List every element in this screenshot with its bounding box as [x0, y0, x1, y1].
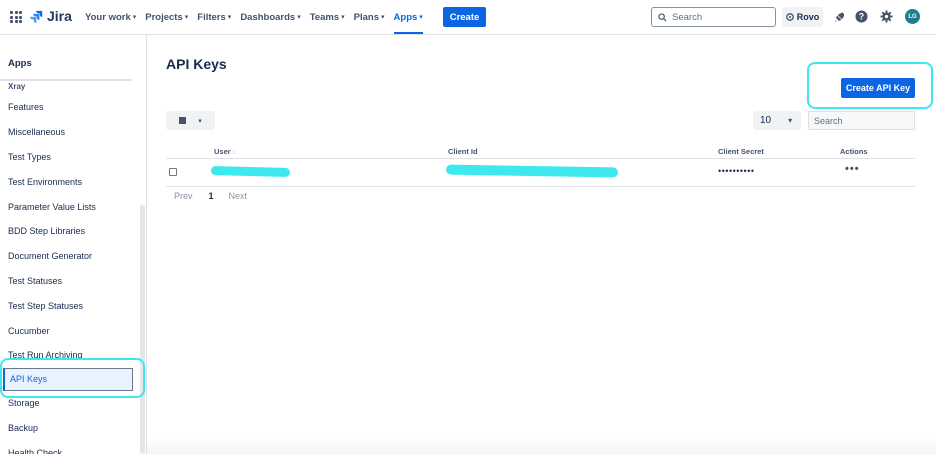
column-selector-dropdown[interactable]: ▾	[166, 111, 215, 130]
rovo-label: Rovo	[796, 12, 820, 22]
nav-label: Dashboards	[240, 11, 296, 23]
chevron-down-icon: ▾	[198, 117, 202, 125]
sidebar-item-parameter-value-lists[interactable]: Parameter Value Lists	[0, 194, 135, 219]
search-icon	[658, 12, 667, 22]
columns-icon	[179, 117, 187, 124]
sidebar-item-test-types[interactable]: Test Types	[0, 145, 135, 170]
jira-logo[interactable]: Jira	[30, 8, 72, 24]
nav-teams[interactable]: Teams ▾	[310, 0, 345, 34]
chevron-down-icon: ▾	[184, 14, 189, 21]
search-placeholder: Search	[672, 11, 703, 23]
sidebar-item-cucumber[interactable]: Cucumber	[0, 318, 135, 343]
sidebar-item-document-generator[interactable]: Document Generator	[0, 244, 135, 269]
sidebar-scrollbar[interactable]	[140, 205, 145, 454]
sidebar-item-miscellaneous[interactable]: Miscellaneous	[0, 120, 135, 145]
user-avatar[interactable]: LG	[905, 9, 920, 24]
redacted-user	[210, 165, 291, 178]
nav-projects[interactable]: Projects ▾	[145, 0, 188, 34]
sort-icon: ↕	[230, 150, 236, 156]
nav-menu: Your work ▾ Projects ▾ Filters ▾ Dashboards…	[85, 0, 432, 34]
sidebar-item-test-statuses[interactable]: Test Statuses	[0, 269, 135, 294]
sidebar-divider	[0, 79, 132, 81]
sidebar-list: Features Miscellaneous Test Types Test E…	[0, 95, 135, 454]
global-search-input[interactable]: Search	[651, 7, 776, 27]
chevron-down-icon: ▾	[297, 14, 301, 21]
chevron-down-icon: ▾	[341, 14, 345, 21]
nav-plans[interactable]: Plans ▾	[354, 0, 385, 34]
nav-filters[interactable]: Filters ▾	[197, 0, 231, 34]
column-header-client-id: Client Id	[448, 147, 478, 156]
top-navigation: Jira Your work ▾ Projects ▾ Filters ▾ Dashb…	[0, 0, 936, 35]
pagination-prev[interactable]: Prev	[174, 191, 193, 201]
rovo-icon	[785, 13, 794, 21]
nav-label: Filters	[197, 11, 226, 23]
sidebar-item-test-environments[interactable]: Test Environments	[0, 169, 135, 194]
nav-label: Projects	[145, 11, 183, 23]
nav-dashboards[interactable]: Dashboards ▾	[240, 0, 300, 34]
create-button[interactable]: Create	[443, 7, 486, 27]
page-title: API Keys	[166, 56, 227, 72]
pagination-page[interactable]: 1	[209, 191, 214, 201]
nav-your-work[interactable]: Your work ▾	[85, 0, 136, 34]
column-header-label: User	[214, 147, 231, 156]
chevron-down-icon: ▾	[788, 116, 793, 125]
nav-label: Your work	[85, 11, 131, 23]
settings-gear-icon[interactable]	[879, 9, 894, 24]
column-header-actions: Actions	[840, 147, 868, 156]
nav-label: Plans	[353, 11, 380, 23]
column-header-client-secret: Client Secret	[718, 147, 764, 156]
nav-label: Teams	[309, 11, 340, 23]
client-secret-value: ••••••••••	[718, 166, 755, 176]
app-switcher-icon[interactable]	[10, 11, 22, 23]
notifications-icon[interactable]	[832, 9, 847, 24]
highlight-annotation	[0, 358, 145, 398]
row-actions-menu[interactable]: •••	[845, 163, 860, 175]
rovo-button[interactable]: Rovo	[782, 7, 823, 27]
sidebar-item-backup[interactable]: Backup	[0, 416, 135, 441]
sidebar-item-health-check[interactable]: Health Check	[0, 440, 135, 454]
page-size-select[interactable]: 10 ▾	[753, 111, 801, 130]
brand-name: Jira	[47, 8, 72, 24]
sidebar-item-features[interactable]: Features	[0, 95, 135, 120]
sidebar-section-xray: Xray	[8, 82, 26, 91]
chevron-down-icon: ▾	[132, 14, 137, 21]
chevron-down-icon: ▾	[227, 14, 232, 21]
create-api-key-button[interactable]: Create API Key	[841, 78, 915, 98]
nav-apps[interactable]: Apps ▾	[393, 0, 424, 34]
chevron-down-icon: ▾	[419, 14, 423, 21]
jira-logo-icon	[30, 10, 43, 23]
sidebar-item-test-step-statuses[interactable]: Test Step Statuses	[0, 293, 135, 318]
chevron-down-icon: ▾	[381, 14, 385, 21]
bottom-shade	[147, 436, 936, 454]
nav-label: Apps	[393, 11, 418, 23]
row-checkbox[interactable]	[169, 168, 177, 176]
redacted-client-id	[445, 164, 619, 178]
table-search-input[interactable]	[808, 111, 915, 130]
pagination: Prev 1 Next	[174, 191, 247, 201]
sidebar-title: Apps	[8, 58, 32, 69]
column-header-user[interactable]: User ↕	[214, 147, 235, 156]
sidebar-item-bdd-step-libraries[interactable]: BDD Step Libraries	[0, 219, 135, 244]
pagination-next[interactable]: Next	[229, 191, 248, 201]
table-header-divider	[166, 158, 915, 159]
svg-text:?: ?	[859, 11, 864, 21]
page-size-value: 10	[760, 115, 772, 126]
help-icon[interactable]: ?	[854, 9, 869, 24]
table-row-divider	[166, 186, 915, 187]
